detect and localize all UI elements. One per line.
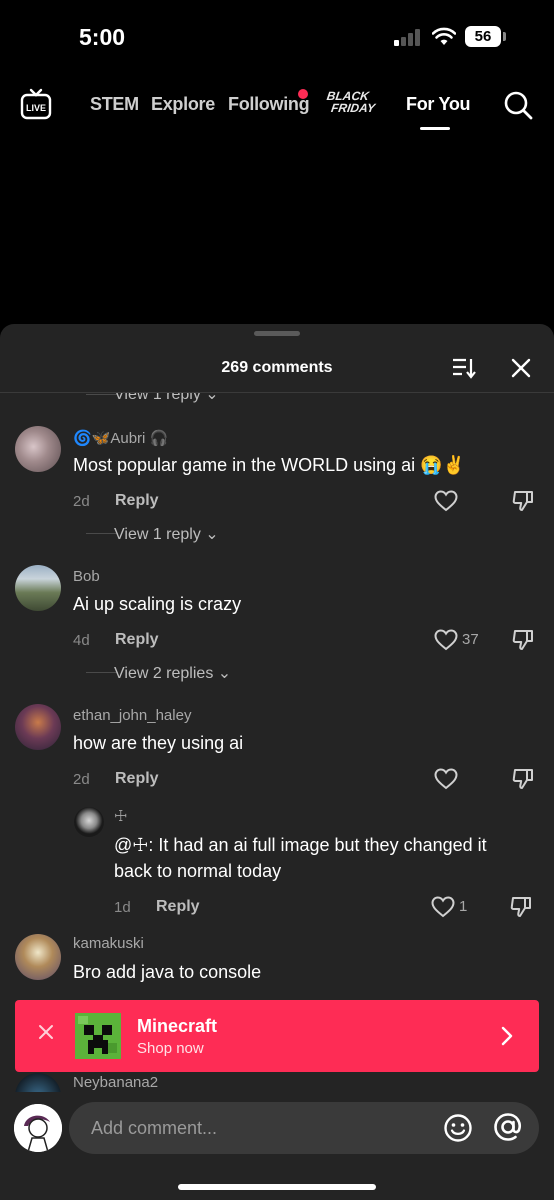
reply-age: 1d	[114, 899, 131, 916]
reply-text-line1: @☩: It had an ai full image but they cha…	[114, 835, 487, 855]
comment-username[interactable]: ethan_john_haley	[73, 707, 191, 724]
tab-following[interactable]: Following	[228, 94, 310, 115]
avatar[interactable]	[15, 1073, 61, 1093]
wifi-icon	[432, 27, 456, 45]
comment-username[interactable]: kamakuski	[73, 935, 144, 952]
like-count: 37	[462, 631, 479, 648]
view-replies-link[interactable]: View 1 reply ⌄	[114, 393, 219, 404]
reply-button[interactable]: Reply	[115, 770, 159, 788]
comment-username[interactable]: 🌀🦋Aubri 🎧	[73, 429, 168, 447]
comment-text: how are they using ai	[73, 733, 244, 753]
status-time: 5:00	[79, 24, 126, 50]
reply-button[interactable]: Reply	[115, 492, 159, 510]
reply-username[interactable]: ☩	[114, 807, 127, 825]
tab-stem[interactable]: STEM	[90, 94, 139, 115]
close-icon[interactable]	[510, 357, 532, 379]
view-replies-link[interactable]: View 1 reply ⌄	[114, 524, 219, 544]
emoji-icon[interactable]	[443, 1113, 473, 1143]
heart-icon[interactable]	[431, 896, 455, 918]
my-avatar[interactable]	[14, 1104, 62, 1152]
comment-username[interactable]: Bob	[73, 568, 100, 585]
reply-button[interactable]: Reply	[115, 631, 159, 649]
comment-age: 2d	[73, 771, 90, 788]
view-replies-label: View 1 reply	[114, 393, 201, 403]
avatar[interactable]	[15, 704, 61, 750]
banner-subtitle: Shop now	[137, 1040, 204, 1057]
dislike-icon[interactable]	[511, 489, 535, 513]
comment-text: Most popular game in the WORLD using ai …	[73, 455, 465, 475]
minecraft-creeper-icon	[75, 1013, 121, 1059]
mention-icon[interactable]	[492, 1111, 524, 1143]
reply-button[interactable]: Reply	[156, 898, 200, 916]
comment-text: Bro add java to console	[73, 962, 262, 982]
tab-black-friday[interactable]: BLACK FRIDAY	[324, 89, 377, 115]
active-tab-underline	[420, 127, 450, 130]
heart-icon[interactable]	[434, 490, 458, 512]
heart-icon[interactable]	[434, 629, 458, 651]
battery-tip	[503, 32, 506, 41]
dislike-icon[interactable]	[511, 767, 535, 791]
comment-age: 2d	[73, 493, 90, 510]
reply-avatar[interactable]	[74, 807, 104, 837]
avatar[interactable]	[15, 426, 61, 472]
sheet-drag-handle[interactable]	[254, 331, 300, 336]
view-replies-label: View 2 replies	[114, 665, 214, 682]
battery-indicator: 56	[465, 26, 501, 47]
black-friday-line2: FRIDAY	[330, 101, 376, 115]
following-notification-dot	[298, 89, 308, 99]
view-replies-label: View 1 reply	[114, 526, 201, 543]
like-count: 1	[459, 898, 468, 915]
view-replies-link[interactable]: View 2 replies ⌄	[114, 663, 231, 683]
tab-for-you[interactable]: For You	[406, 94, 471, 115]
banner-close-icon[interactable]	[37, 1023, 55, 1041]
avatar[interactable]	[15, 565, 61, 611]
comment-composer	[0, 1092, 554, 1200]
search-icon[interactable]	[503, 90, 533, 120]
heart-icon[interactable]	[434, 768, 458, 790]
top-navigation: LIVE STEM Explore Following BLACK FRIDAY…	[0, 84, 554, 130]
status-bar: 5:00 56	[0, 0, 554, 70]
banner-title: Minecraft	[137, 1016, 218, 1036]
cellular-signal-icon	[394, 29, 422, 46]
dislike-icon[interactable]	[509, 895, 533, 919]
comment-age: 4d	[73, 632, 90, 649]
comment-username[interactable]: Neybanana2	[73, 1074, 158, 1091]
live-icon[interactable]: LIVE	[20, 88, 52, 120]
comments-list[interactable]: View 1 reply ⌄ 🌀🦋Aubri 🎧 Most popular ga…	[0, 393, 554, 1093]
shop-banner[interactable]: Minecraft Shop now	[15, 1000, 539, 1072]
chevron-right-icon[interactable]	[499, 1024, 515, 1048]
live-label: LIVE	[26, 103, 46, 113]
reply-text-line2: back to normal today	[114, 861, 282, 881]
sort-icon[interactable]	[452, 357, 476, 379]
avatar[interactable]	[15, 934, 61, 980]
tab-explore[interactable]: Explore	[151, 94, 215, 115]
comment-text: Ai up scaling is crazy	[73, 594, 242, 614]
home-indicator[interactable]	[178, 1184, 376, 1190]
dislike-icon[interactable]	[511, 628, 535, 652]
